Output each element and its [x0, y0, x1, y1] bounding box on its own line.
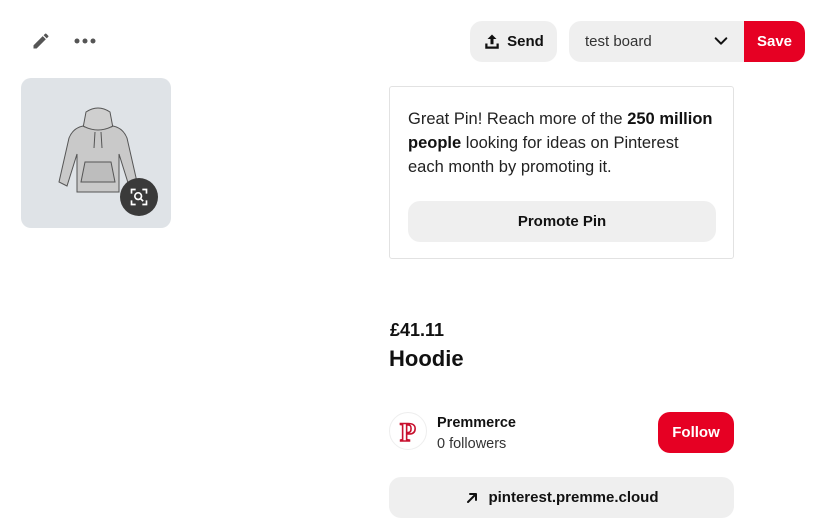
creator-avatar[interactable]: P	[389, 412, 427, 450]
premmerce-logo-icon: P	[399, 417, 417, 445]
board-select-dropdown[interactable]: test board	[569, 21, 745, 62]
share-upload-icon	[485, 34, 499, 49]
send-button[interactable]: Send	[470, 21, 557, 62]
more-options-button[interactable]	[70, 26, 100, 56]
creator-name[interactable]: Premmerce	[437, 415, 516, 431]
more-dots-icon	[74, 38, 96, 44]
pin-title: Hoodie	[389, 346, 464, 371]
source-link-label: pinterest.premme.cloud	[488, 489, 659, 506]
edit-pencil-button[interactable]	[26, 26, 56, 56]
pencil-icon	[33, 33, 49, 49]
send-label: Send	[507, 33, 544, 50]
chevron-down-icon	[714, 37, 728, 45]
follower-count: 0 followers	[437, 436, 507, 452]
avatar-letter: P	[400, 418, 416, 445]
promote-pin-button[interactable]: Promote Pin	[408, 201, 716, 242]
promo-text-before: Great Pin! Reach more of the	[408, 110, 628, 128]
promo-message: Great Pin! Reach more of the 250 million…	[408, 107, 718, 179]
lens-search-icon	[130, 188, 148, 206]
source-link-button[interactable]: pinterest.premme.cloud	[389, 477, 734, 518]
visual-search-button[interactable]	[120, 178, 158, 216]
board-select-value: test board	[585, 33, 652, 50]
follow-button[interactable]: Follow	[658, 412, 734, 453]
promote-pin-card: Great Pin! Reach more of the 250 million…	[389, 86, 734, 259]
product-price: £41.11	[390, 320, 445, 340]
save-button[interactable]: Save	[744, 21, 805, 62]
arrow-up-right-icon	[467, 492, 478, 503]
